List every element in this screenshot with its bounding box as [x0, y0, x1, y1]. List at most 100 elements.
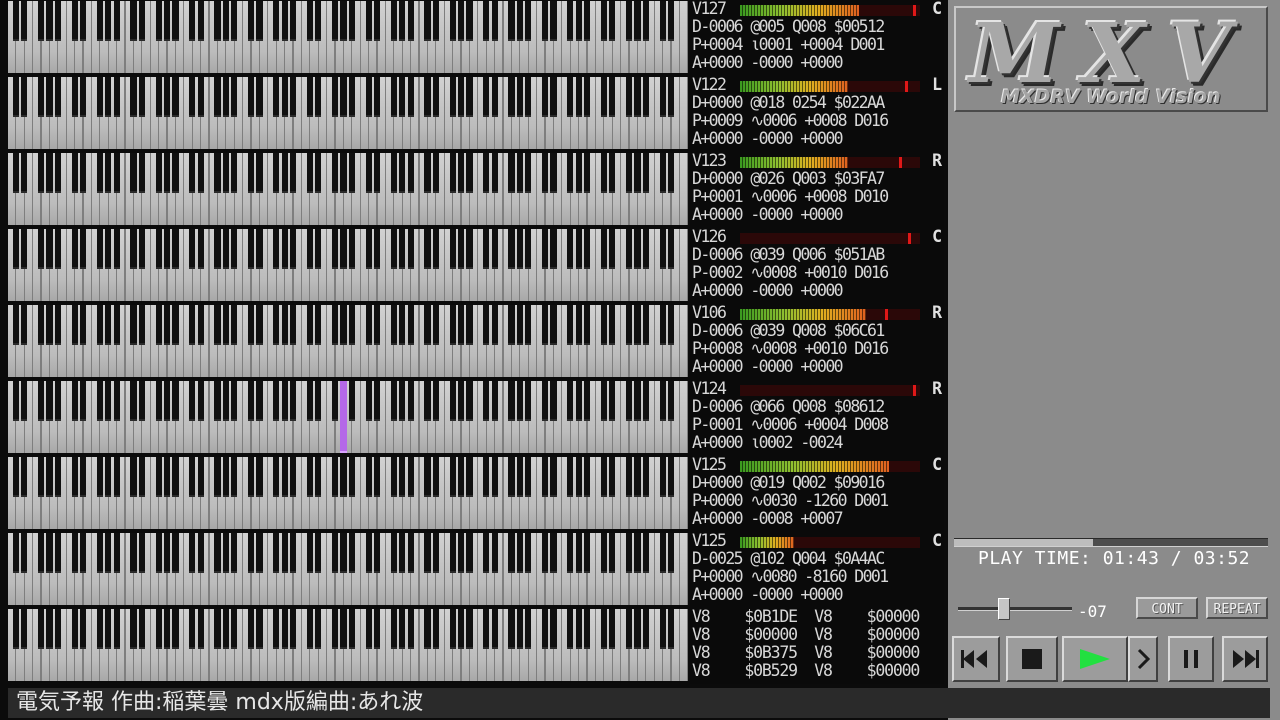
black-key	[516, 229, 523, 269]
next-button[interactable]	[1222, 636, 1268, 682]
level-meter-fill	[740, 461, 890, 472]
pan-indicator: C	[932, 227, 942, 246]
black-key	[634, 609, 641, 649]
black-key	[584, 77, 591, 117]
black-key	[483, 381, 490, 421]
black-key	[231, 305, 238, 345]
channel-param-line: D-0006 @005 Q008 $00512	[692, 17, 885, 36]
black-key	[466, 381, 473, 421]
black-key	[256, 153, 263, 193]
black-key	[155, 533, 162, 573]
black-key	[248, 305, 255, 345]
play-button[interactable]	[1062, 636, 1128, 682]
black-key	[214, 609, 221, 649]
black-key	[491, 153, 498, 193]
black-key	[458, 305, 465, 345]
play-icon	[1080, 649, 1110, 669]
black-key	[449, 1, 456, 41]
play-time-label: PLAY TIME:	[978, 548, 1092, 569]
black-key	[290, 305, 297, 345]
white-key	[680, 229, 688, 301]
black-key	[424, 609, 431, 649]
level-meter-peak	[913, 5, 917, 16]
black-key	[273, 457, 280, 497]
step-button[interactable]	[1128, 636, 1158, 682]
black-key	[399, 229, 406, 269]
song-progress-bar[interactable]	[954, 538, 1268, 547]
black-key	[365, 1, 372, 41]
black-key	[424, 533, 431, 573]
black-key	[340, 305, 347, 345]
black-key	[567, 305, 574, 345]
black-key	[138, 153, 145, 193]
black-key	[659, 77, 666, 117]
black-key	[189, 609, 196, 649]
black-key	[668, 153, 675, 193]
black-key	[248, 153, 255, 193]
black-key	[432, 609, 439, 649]
repeat-button[interactable]: REPEAT	[1206, 597, 1268, 619]
black-key	[130, 77, 137, 117]
black-key	[340, 1, 347, 41]
black-key	[458, 1, 465, 41]
black-key	[130, 229, 137, 269]
black-key	[256, 381, 263, 421]
black-key	[38, 229, 45, 269]
black-key	[668, 457, 675, 497]
volume-thumb[interactable]	[997, 598, 1010, 620]
piano-keyboard	[8, 153, 688, 225]
previous-button[interactable]	[952, 636, 1000, 682]
black-key	[281, 457, 288, 497]
level-meter	[740, 81, 920, 92]
volume-slider[interactable]	[958, 596, 1074, 622]
black-key	[138, 533, 145, 573]
black-key	[306, 609, 313, 649]
black-key	[458, 153, 465, 193]
black-key	[197, 533, 204, 573]
black-key	[306, 229, 313, 269]
black-key	[550, 1, 557, 41]
black-key	[584, 229, 591, 269]
black-key	[575, 381, 582, 421]
black-key	[449, 77, 456, 117]
channel-row: V123 D+0000 @026 Q003 $03FA7 P+0001 ∿0006 …	[0, 152, 946, 228]
cont-button[interactable]: CONT	[1136, 597, 1198, 619]
black-key	[315, 1, 322, 41]
black-key	[634, 305, 641, 345]
channel-param-line: A+0000 -0000 +0000	[692, 357, 844, 376]
black-key	[197, 305, 204, 345]
pan-indicator: R	[932, 151, 942, 170]
black-key	[550, 533, 557, 573]
black-key	[96, 305, 103, 345]
black-key	[525, 533, 532, 573]
black-key	[483, 1, 490, 41]
black-key	[113, 153, 120, 193]
piano-keyboard	[8, 77, 688, 149]
black-key	[584, 533, 591, 573]
black-key	[172, 305, 179, 345]
skip-forward-icon	[1233, 650, 1259, 668]
black-key	[113, 305, 120, 345]
black-key	[542, 77, 549, 117]
level-meter	[740, 233, 920, 244]
black-key	[189, 77, 196, 117]
black-key	[273, 153, 280, 193]
channel-param-line: P+0001 ∿0006 +0008 D010	[692, 187, 889, 206]
black-key	[340, 77, 347, 117]
stop-button[interactable]	[1006, 636, 1058, 682]
black-key	[113, 381, 120, 421]
pause-button[interactable]	[1168, 636, 1214, 682]
black-key	[197, 381, 204, 421]
black-key	[155, 153, 162, 193]
black-key	[525, 1, 532, 41]
black-key	[197, 457, 204, 497]
black-key	[290, 457, 297, 497]
black-key	[130, 1, 137, 41]
black-key	[508, 381, 515, 421]
channel-param-line: D-0006 @039 Q006 $051AB	[692, 245, 885, 264]
level-meter	[740, 385, 920, 396]
rhythm-info: V8 $0B1DE V8 $00000 V8 $00000 V8 $00000 …	[690, 608, 944, 684]
channel-param-line: P+0004 ι0001 +0004 D001	[692, 35, 885, 54]
black-key	[567, 609, 574, 649]
black-key	[138, 77, 145, 117]
